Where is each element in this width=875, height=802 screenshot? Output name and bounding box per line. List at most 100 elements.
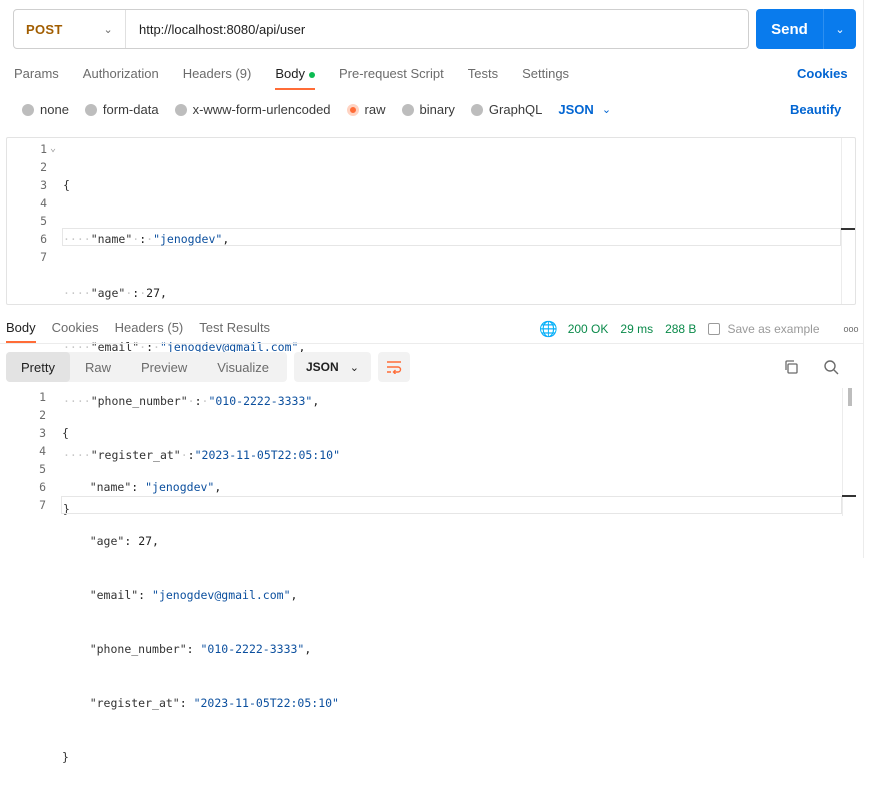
- comma: ,: [152, 534, 159, 548]
- request-tabs: Params Authorization Headers (9) Body Pr…: [14, 66, 593, 90]
- json-key: "phone_number": [89, 642, 187, 656]
- tab-settings[interactable]: Settings: [522, 66, 569, 81]
- more-options-icon[interactable]: ooo: [844, 324, 859, 334]
- tab-pre-request-script[interactable]: Pre-request Script: [339, 66, 444, 81]
- line-gutter: 1 2 3 4 5 6 7: [6, 388, 46, 514]
- tab-headers[interactable]: Headers (9): [183, 66, 252, 81]
- radio-binary[interactable]: binary: [401, 102, 455, 117]
- comma: ,: [290, 588, 298, 602]
- beautify-link[interactable]: Beautify: [790, 102, 841, 117]
- response-tab-headers[interactable]: Headers (5): [115, 320, 184, 335]
- response-tab-cookies[interactable]: Cookies: [52, 320, 99, 335]
- response-format-select[interactable]: JSON ⌄: [294, 352, 371, 382]
- response-tab-test-results[interactable]: Test Results: [199, 320, 270, 335]
- tab-params[interactable]: Params: [14, 66, 59, 81]
- status-badge[interactable]: 200 OK: [568, 322, 609, 336]
- line-number: 7: [39, 498, 46, 512]
- save-label: Save as example: [727, 322, 820, 336]
- radio-x-www-form-urlencoded[interactable]: x-www-form-urlencoded: [174, 102, 331, 117]
- line-number: 2: [39, 408, 46, 422]
- tab-body[interactable]: Body: [275, 66, 315, 90]
- body-type-options: none form-data x-www-form-urlencoded raw…: [22, 102, 611, 117]
- code-line: "register_at": "2023-11-05T22:05:10": [89, 696, 339, 710]
- scrollbar[interactable]: [842, 388, 856, 516]
- cookies-link[interactable]: Cookies: [797, 66, 848, 81]
- brace: {: [62, 426, 69, 440]
- radio-icon: [470, 103, 483, 116]
- url-input[interactable]: http://localhost:8080/api/user: [126, 22, 305, 37]
- json-value: "jenogdev": [145, 480, 215, 494]
- radio-label: none: [40, 102, 69, 117]
- scroll-marker: [841, 228, 855, 230]
- radio-icon: [174, 103, 187, 116]
- radio-selected-icon: [346, 103, 359, 116]
- mode-preview[interactable]: Preview: [126, 352, 202, 382]
- fold-chevron-icon[interactable]: ⌄: [50, 140, 56, 158]
- mode-raw[interactable]: Raw: [70, 352, 126, 382]
- save-as-example-button[interactable]: Save as example: [708, 322, 831, 336]
- globe-icon[interactable]: 🌐: [539, 320, 558, 338]
- wrap-icon: [387, 361, 402, 374]
- line-number: 5: [40, 214, 47, 228]
- search-icon[interactable]: [823, 359, 839, 378]
- json-value: "010-2222-3333": [200, 642, 305, 656]
- tab-body-label: Body: [275, 66, 305, 81]
- line-number: 1: [40, 142, 47, 156]
- radio-icon: [22, 103, 34, 116]
- response-body-viewer[interactable]: 1 2 3 4 5 6 7 { "name": "jenogdev", "age…: [6, 388, 856, 764]
- comma: ,: [304, 642, 312, 656]
- tab-authorization[interactable]: Authorization: [83, 66, 159, 81]
- scroll-marker: [842, 495, 856, 497]
- line-number: 3: [40, 178, 47, 192]
- json-value: "jenogdev@gmail.com": [152, 588, 291, 602]
- panel-border: [863, 0, 864, 558]
- response-size[interactable]: 288 B: [665, 322, 696, 336]
- method-label: POST: [26, 21, 63, 37]
- wrap-lines-button[interactable]: [378, 352, 410, 382]
- json-key: "email": [89, 588, 139, 602]
- response-tab-body[interactable]: Body: [6, 320, 36, 343]
- send-button[interactable]: Send ⌄: [756, 9, 856, 49]
- line-number: 4: [40, 196, 47, 210]
- code-line: "phone_number": "010-2222-3333",: [89, 642, 312, 656]
- mode-pretty[interactable]: Pretty: [6, 352, 70, 382]
- radio-none[interactable]: none: [22, 102, 69, 117]
- response-time[interactable]: 29 ms: [620, 322, 653, 336]
- radio-label: raw: [364, 102, 386, 117]
- method-select[interactable]: POST ⌄: [14, 10, 126, 48]
- line-number: 6: [40, 232, 47, 246]
- scrollbar[interactable]: [841, 138, 855, 304]
- mode-visualize[interactable]: Visualize: [202, 352, 284, 382]
- brace: }: [62, 750, 69, 764]
- send-label[interactable]: Send: [756, 9, 824, 49]
- scroll-thumb[interactable]: [848, 388, 852, 406]
- radio-graphql[interactable]: GraphQL: [470, 102, 543, 117]
- code-lines: { "name": "jenogdev", "age": 27, "email"…: [62, 388, 339, 802]
- copy-icon[interactable]: [783, 359, 799, 378]
- radio-icon: [401, 103, 414, 116]
- chevron-down-icon: ⌄: [349, 361, 359, 374]
- code-line: {: [62, 424, 339, 442]
- radio-label: x-www-form-urlencoded: [192, 102, 331, 117]
- code-line: ····"age"·:·27,: [63, 286, 167, 300]
- radio-label: GraphQL: [488, 102, 543, 117]
- json-value: 27: [146, 286, 160, 300]
- view-mode-tabs: Pretty Raw Preview Visualize: [6, 352, 287, 382]
- format-label: JSON: [558, 102, 594, 117]
- radio-label: form-data: [102, 102, 159, 117]
- tab-tests[interactable]: Tests: [468, 66, 498, 81]
- code-line: "email": "jenogdev@gmail.com",: [89, 588, 298, 602]
- json-key: "name": [90, 232, 133, 246]
- radio-form-data[interactable]: form-data: [84, 102, 159, 117]
- send-options-chevron-icon[interactable]: ⌄: [824, 9, 856, 49]
- radio-icon: [84, 103, 97, 116]
- response-tabs: Body Cookies Headers (5) Test Results: [6, 320, 286, 343]
- format-select[interactable]: JSON ⌄: [558, 102, 611, 117]
- request-body-editor[interactable]: 1 2 3 4 5 6 7 ⌄ { ····"name"·:·"jenogdev…: [6, 137, 856, 516]
- code-line: ····"name"·:·"jenogdev",: [63, 232, 230, 246]
- json-key: "age": [90, 286, 126, 300]
- response-meta: 🌐 200 OK 29 ms 288 B Save as example ooo: [539, 320, 859, 338]
- json-key: "register_at": [89, 696, 180, 710]
- line-number: 2: [40, 160, 47, 174]
- radio-raw[interactable]: raw: [346, 102, 386, 117]
